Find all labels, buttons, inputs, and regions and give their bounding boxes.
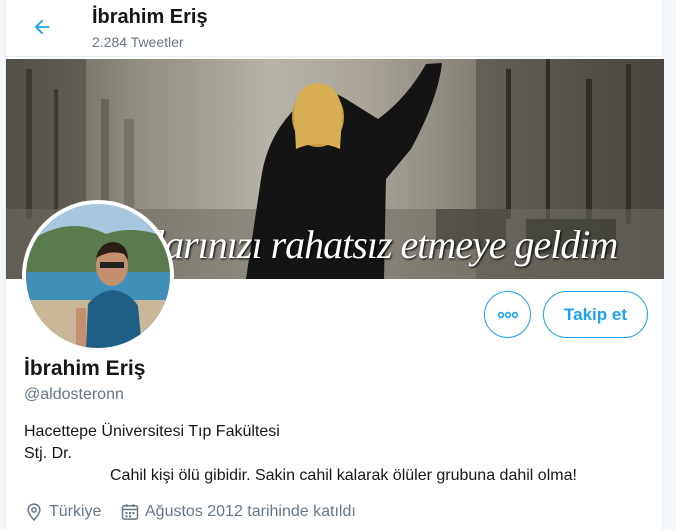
- calendar-icon: [120, 502, 140, 522]
- profile-joined-date: Ağustos 2012 tarihinde katıldı: [120, 502, 356, 522]
- profile-page: İbrahim Eriş 2.284 Tweetler larınızı rah…: [5, 0, 664, 530]
- tweet-count: 2.284 Tweetler: [92, 34, 184, 50]
- location-pin-icon: [24, 502, 44, 522]
- profile-handle: @aldosteronn: [24, 386, 124, 403]
- bio-line: Hacettepe Üniversitesi Tıp Fakültesi: [24, 423, 280, 440]
- banner-caption: larınızı rahatsız etmeye geldim: [154, 222, 618, 267]
- location-text: Türkiye: [49, 503, 102, 520]
- more-horizontal-icon: [497, 311, 518, 318]
- bio-line: Cahil kişi ölü gibidir. Sakin cahil kala…: [110, 467, 577, 484]
- bio-line: Stj. Dr.: [24, 445, 73, 462]
- profile-avatar[interactable]: [22, 200, 174, 352]
- follow-button[interactable]: Takip et: [543, 291, 648, 338]
- avatar-image: [26, 204, 170, 348]
- profile-header: İbrahim Eriş 2.284 Tweetler: [6, 0, 662, 57]
- more-options-button[interactable]: [484, 291, 531, 338]
- profile-location: Türkiye: [24, 502, 101, 522]
- profile-name: İbrahim Eriş: [24, 357, 146, 380]
- joined-text: Ağustos 2012 tarihinde katıldı: [145, 503, 356, 520]
- back-arrow-icon: [34, 19, 50, 35]
- back-button[interactable]: [26, 11, 58, 43]
- header-title: İbrahim Eriş: [92, 6, 208, 28]
